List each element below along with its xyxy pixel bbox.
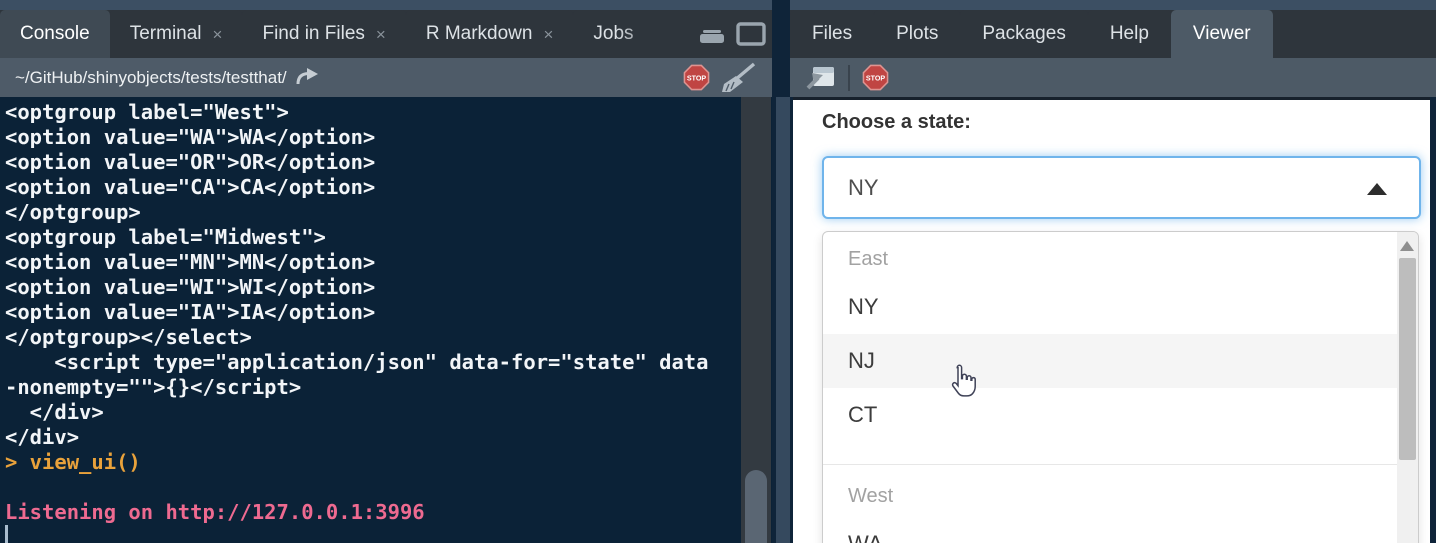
option-ny[interactable]: NY: [823, 280, 1418, 334]
console-output-text: <optgroup label="West"><option value="WA…: [0, 97, 736, 525]
console-line-output: <option value="WA">WA</option>: [5, 125, 736, 150]
pane-top-strip: [0, 0, 772, 10]
console-line-output: <option value="WI">WI</option>: [5, 275, 736, 300]
minimize-pane-icon[interactable]: [698, 23, 726, 45]
console-toolbar: ~/GitHub/shinyobjects/tests/testthat/ ST…: [0, 58, 772, 97]
pane-top-strip: [790, 0, 1436, 10]
console-line-output: <optgroup label="Midwest">: [5, 225, 736, 250]
console-pane-tabbar: ConsoleTerminal×Find in Files×R Markdown…: [0, 10, 772, 58]
console-line-output: </optgroup>: [5, 200, 736, 225]
tab-close-icon[interactable]: ×: [213, 26, 223, 43]
clear-console-broom-icon[interactable]: [718, 62, 758, 94]
tab-close-icon[interactable]: ×: [543, 26, 553, 43]
select-input-label: Choose a state:: [822, 111, 971, 134]
tab-plots[interactable]: Plots: [874, 10, 960, 58]
interrupt-r-stop-icon[interactable]: STOP: [683, 64, 710, 91]
mouse-hand-cursor: [948, 364, 976, 402]
maximize-pane-icon[interactable]: [736, 22, 766, 46]
console-line-output: <option value="MN">MN</option>: [5, 250, 736, 275]
stop-app-icon[interactable]: STOP: [862, 64, 889, 91]
console-line-output: -nonempty="">{}</script>: [5, 375, 736, 400]
option-nj[interactable]: NJ: [823, 334, 1418, 388]
console-line-message: Listening on http://127.0.0.1:3996: [5, 500, 736, 525]
tab-close-icon[interactable]: ×: [376, 26, 386, 43]
working-directory-path: ~/GitHub/shinyobjects/tests/testthat/: [15, 68, 287, 88]
console-line-output: <option value="CA">CA</option>: [5, 175, 736, 200]
tab-label: Files: [812, 23, 852, 45]
viewer-toolbar: STOP: [790, 58, 1436, 97]
console-line-command: > view_ui(): [5, 450, 736, 475]
dropdown-groups: EastNYNJCT WestWA: [823, 232, 1418, 543]
tab-find-in-files[interactable]: Find in Files ×: [242, 10, 405, 58]
console-output-area[interactable]: <optgroup label="West"><option value="WA…: [0, 97, 772, 543]
viewer-pane-tabbar: Files Plots Packages Help Viewer: [790, 10, 1436, 58]
console-line-output: <option value="IA">IA</option>: [5, 300, 736, 325]
console-text-caret: [5, 525, 8, 543]
tab-jobs[interactable]: Jobs: [573, 10, 687, 58]
goto-directory-arrow-icon[interactable]: [295, 67, 321, 89]
tab-label: Find in Files: [262, 23, 364, 45]
option-group-east: EastNYNJCT: [823, 232, 1418, 442]
tab-label: Help: [1110, 23, 1149, 45]
console-line-output: </div>: [5, 425, 736, 450]
tab-label: R Markdown: [426, 23, 533, 45]
console-scrollbar-thumb[interactable]: [745, 470, 767, 543]
viewer-pane: Files Plots Packages Help Viewer STOP Choose…: [790, 0, 1436, 543]
option-wa[interactable]: WA: [823, 517, 1418, 543]
tab-label: Terminal: [130, 23, 202, 45]
console-line-output: [5, 475, 736, 500]
svg-text:STOP: STOP: [866, 74, 886, 82]
console-pane: ConsoleTerminal×Find in Files×R Markdown…: [0, 0, 772, 543]
option-ct[interactable]: CT: [823, 388, 1418, 442]
tab-help[interactable]: Help: [1088, 10, 1171, 58]
toolbar-separator: [848, 65, 850, 91]
console-line-output: <option value="OR">OR</option>: [5, 150, 736, 175]
tab-console[interactable]: Console: [0, 10, 110, 58]
tab-fade-overlay: [616, 10, 688, 58]
option-group-label: East: [823, 232, 1418, 280]
tab-label: Plots: [896, 23, 938, 45]
open-in-new-window-icon[interactable]: [802, 64, 836, 92]
console-line-output: </div>: [5, 400, 736, 425]
tab-label: Console: [20, 23, 90, 45]
svg-text:STOP: STOP: [687, 74, 707, 82]
viewer-content: Choose a state: NY EastNYNJCTWestWA: [793, 97, 1430, 543]
chevron-up-icon: [1367, 183, 1387, 195]
dropdown-scrollbar-track[interactable]: [1397, 232, 1418, 543]
option-group-label: West: [823, 465, 1418, 517]
state-dropdown-menu: EastNYNJCT WestWA: [822, 231, 1419, 543]
scroll-up-arrow-icon[interactable]: [1400, 241, 1414, 251]
console-line-output: </optgroup></select>: [5, 325, 736, 350]
console-scrollbar-track[interactable]: [741, 97, 771, 543]
tab-viewer[interactable]: Viewer: [1171, 10, 1273, 58]
tab-label: Viewer: [1193, 23, 1251, 45]
tab-r-markdown[interactable]: R Markdown ×: [406, 10, 574, 58]
state-select-box[interactable]: NY: [822, 156, 1421, 219]
tab-label: Packages: [982, 23, 1065, 45]
option-group-west: WestWA: [823, 464, 1418, 543]
pane-splitter[interactable]: [776, 97, 790, 543]
console-line-output: <optgroup label="West">: [5, 100, 736, 125]
tab-files[interactable]: Files: [790, 10, 874, 58]
dropdown-scrollbar-thumb[interactable]: [1399, 258, 1416, 460]
console-line-output: <script type="application/json" data-for…: [5, 350, 736, 375]
tab-packages[interactable]: Packages: [960, 10, 1087, 58]
pane-window-controls: [698, 10, 766, 58]
state-select-value: NY: [848, 175, 879, 201]
tab-terminal[interactable]: Terminal ×: [110, 10, 243, 58]
